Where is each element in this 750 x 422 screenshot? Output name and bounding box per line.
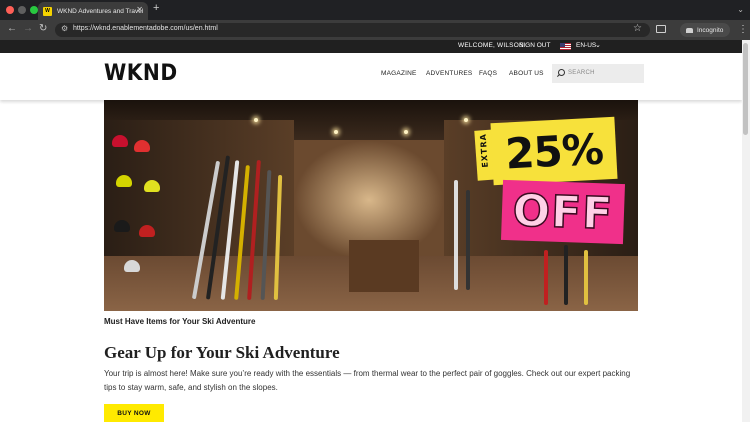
maximize-window-button[interactable] [30, 6, 38, 14]
bookmark-star-icon[interactable]: ☆ [633, 23, 642, 34]
back-arrow-icon[interactable]: ← [7, 23, 17, 34]
buy-now-button[interactable]: BUY NOW [104, 404, 164, 422]
ski [466, 190, 470, 290]
ski [454, 180, 458, 290]
promo-off-tag: OFF [500, 179, 626, 245]
ski [544, 250, 548, 305]
promo-extra-label: EXTRA [478, 132, 490, 168]
hero-counter [349, 240, 419, 292]
us-flag-icon [560, 43, 571, 50]
article-body: Your trip is almost here! Make sure you’… [104, 369, 631, 392]
promo-percent-label: 25% [504, 123, 604, 179]
browser-toolbar: ← → ↻ ⚙ https://wknd.enablementadobe.com… [0, 20, 750, 40]
helmet [112, 135, 128, 147]
incognito-label: Incognito [697, 26, 724, 34]
page-title: Gear Up for Your Ski Adventure [104, 343, 340, 362]
browser-tab[interactable]: W WKND Adventures and Travel ✕ [38, 2, 148, 20]
helmet [139, 225, 155, 237]
ceiling-light [404, 130, 408, 134]
close-window-button[interactable] [6, 6, 14, 14]
url-text[interactable]: https://wknd.enablementadobe.com/us/en.h… [73, 25, 218, 32]
sign-out-link[interactable]: SIGN OUT [519, 42, 550, 49]
language-chevron-down-icon[interactable]: ⌄ [595, 41, 601, 49]
ceiling-light [464, 118, 468, 122]
search-input[interactable]: SEARCH [552, 64, 644, 83]
nav-item-faqs[interactable]: FAQS [479, 70, 497, 77]
ski [584, 250, 588, 305]
helmet [116, 175, 132, 187]
site-header: WKND MAGAZINE ADVENTURES FAQS ABOUT US S… [0, 53, 742, 100]
tab-close-icon[interactable]: ✕ [136, 5, 143, 14]
incognito-icon [686, 27, 693, 33]
search-icon [558, 69, 565, 76]
address-bar[interactable]: ⚙ https://wknd.enablementadobe.com/us/en… [55, 23, 650, 37]
browser-tab-bar: W WKND Adventures and Travel ✕ + ⌄ [0, 0, 750, 20]
nav-item-adventures[interactable]: ADVENTURES [426, 70, 472, 77]
tab-title: WKND Adventures and Travel [57, 7, 144, 15]
helmet [144, 180, 160, 192]
browser-menu-icon[interactable]: ⋮ [738, 24, 748, 35]
page-scrollbar[interactable] [742, 40, 750, 422]
minimize-window-button[interactable] [18, 6, 26, 14]
helmet [114, 220, 130, 232]
helmet [124, 260, 140, 272]
language-selector[interactable]: EN-US [576, 42, 596, 49]
promo-percent-tag: 25% [490, 116, 618, 186]
incognito-badge[interactable]: Incognito [680, 23, 730, 37]
tab-search-chevron-icon[interactable]: ⌄ [737, 5, 744, 14]
ceiling-light [254, 118, 258, 122]
scrollbar-thumb[interactable] [743, 43, 748, 135]
ski [564, 245, 568, 305]
wknd-favicon-icon: W [43, 6, 52, 16]
search-placeholder: SEARCH [568, 70, 595, 76]
site-info-icon[interactable]: ⚙ [61, 24, 68, 33]
new-tab-button[interactable]: + [153, 2, 159, 14]
cast-icon[interactable] [656, 25, 666, 33]
ceiling-light [334, 130, 338, 134]
utility-bar: WELCOME, WILSON SIGN OUT EN-US ⌄ [0, 40, 742, 53]
nav-item-magazine[interactable]: MAGAZINE [381, 70, 417, 77]
wknd-logo[interactable]: WKND [104, 61, 178, 86]
helmet [134, 140, 150, 152]
forward-arrow-icon[interactable]: → [23, 23, 33, 34]
hero-image-ski-shop: EXTRA 25% OFF [104, 100, 638, 311]
image-caption: Must Have Items for Your Ski Adventure [104, 317, 256, 326]
reload-icon[interactable]: ↻ [39, 23, 47, 34]
promo-off-label: OFF [511, 184, 615, 240]
welcome-message: WELCOME, WILSON [458, 42, 524, 49]
nav-item-about-us[interactable]: ABOUT US [509, 70, 544, 77]
